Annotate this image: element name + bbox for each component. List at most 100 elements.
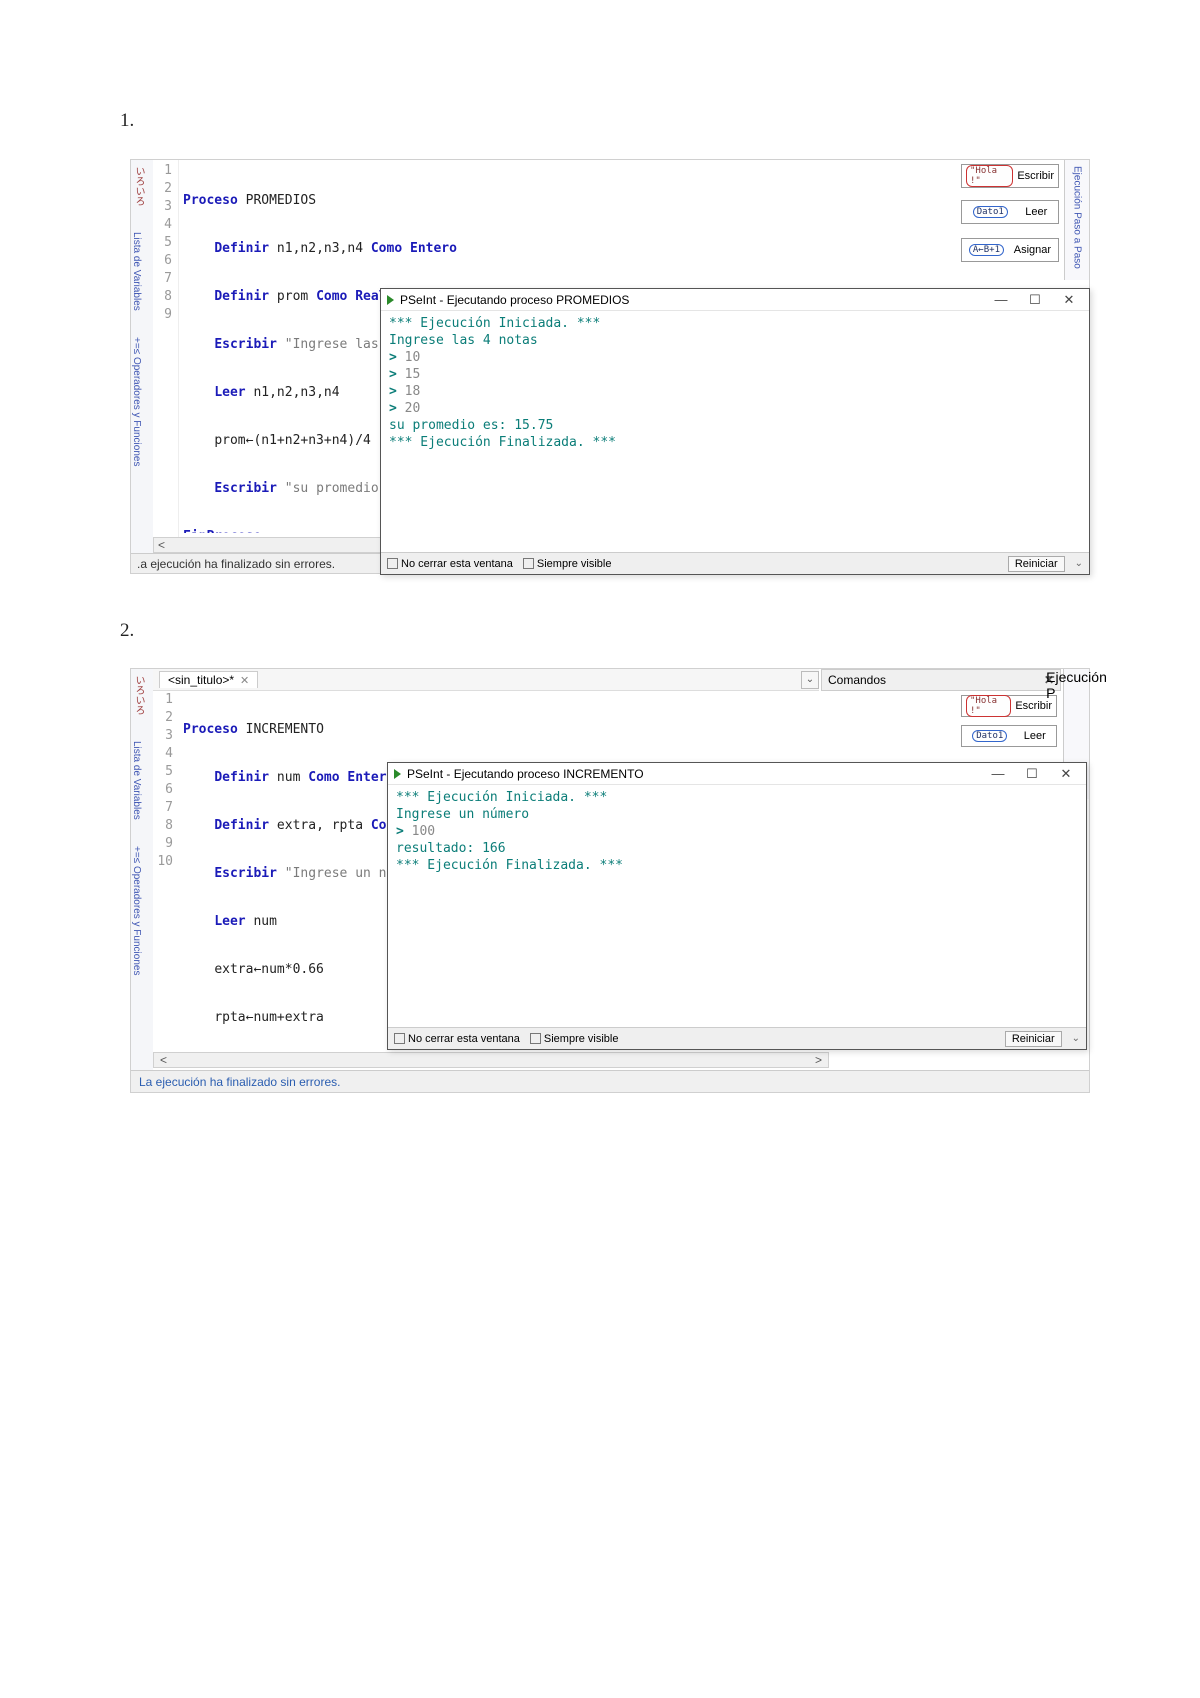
exec-console: PSeInt - Ejecutando proceso INCREMENTO —… xyxy=(387,762,1087,1050)
cmd-escribir-sample: "Hola !" xyxy=(966,165,1013,187)
console-line: Ingrese las 4 notas xyxy=(389,332,1081,349)
console-line: resultado: 166 xyxy=(396,840,1078,857)
sidebar-section-top[interactable]: いろいろ xyxy=(131,160,146,206)
console-line: Ingrese un número xyxy=(396,806,1078,823)
sidebar-vertical[interactable]: いろいろ Lista de Variables +=≤ Operadores y… xyxy=(131,160,153,573)
right-side-label: Ejecución Paso a Paso xyxy=(1072,160,1083,269)
sidebar-list-variables[interactable]: Lista de Variables xyxy=(131,735,142,820)
no-cerrar-label: No cerrar esta ventana xyxy=(408,1033,520,1045)
line-num: 8 xyxy=(153,288,178,306)
tab-dropdown-icon[interactable]: ⌄ xyxy=(801,671,819,689)
line-number-gutter: 1 2 3 4 5 6 7 8 9 xyxy=(153,160,179,573)
sidebar-vertical[interactable]: いろいろ Lista de Variables +=≤ Operadores y… xyxy=(131,669,153,1092)
reiniciar-button[interactable]: Reiniciar xyxy=(1008,556,1065,572)
cmd-leer-sample: Dato1 xyxy=(973,206,1008,218)
cmd-asignar-sample: A←B+1 xyxy=(969,244,1004,256)
right-side-panel[interactable]: Ejecución Paso a Paso xyxy=(1064,160,1089,280)
line-num: 6 xyxy=(153,252,178,270)
cmd-leer-sample: Dato1 xyxy=(972,730,1007,742)
play-icon xyxy=(394,769,401,779)
screenshot-1: いろいろ Lista de Variables +=≤ Operadores y… xyxy=(130,159,1090,574)
checkbox-siempre[interactable] xyxy=(530,1033,541,1044)
right-side-label: Ejecución P xyxy=(1046,669,1107,701)
cmd-leer[interactable]: Dato1 Leer xyxy=(961,725,1057,747)
line-num: 3 xyxy=(153,727,179,745)
tab-close-icon[interactable]: ✕ xyxy=(240,674,249,687)
line-num: 9 xyxy=(153,835,179,853)
sidebar-list-variables[interactable]: Lista de Variables xyxy=(131,226,142,311)
tab-row: <sin_titulo>* ✕ ⌄ xyxy=(153,669,819,691)
checkbox-no-cerrar[interactable] xyxy=(387,558,398,569)
screenshot-2: いろいろ Lista de Variables +=≤ Operadores y… xyxy=(130,668,1090,1093)
console-titlebar[interactable]: PSeInt - Ejecutando proceso INCREMENTO —… xyxy=(388,763,1086,785)
cmd-asignar-label: Asignar xyxy=(1014,244,1051,256)
console-title: PSeInt - Ejecutando proceso PROMEDIOS xyxy=(400,293,629,307)
line-num: 5 xyxy=(153,763,179,781)
status-text: La ejecución ha finalizado sin errores. xyxy=(139,1075,340,1089)
close-button[interactable]: ✕ xyxy=(1055,292,1083,308)
exec-console: PSeInt - Ejecutando proceso PROMEDIOS — … xyxy=(380,288,1090,575)
console-output[interactable]: *** Ejecución Iniciada. *** Ingrese las … xyxy=(381,311,1089,455)
reiniciar-button[interactable]: Reiniciar xyxy=(1005,1031,1062,1047)
line-num: 7 xyxy=(153,799,179,817)
line-num: 4 xyxy=(153,745,179,763)
line-num: 1 xyxy=(153,162,178,180)
horizontal-scroll[interactable]: < xyxy=(153,537,383,553)
scroll-left-icon[interactable]: < xyxy=(160,1053,167,1067)
line-num: 10 xyxy=(153,853,179,871)
console-line: *** Ejecución Finalizada. *** xyxy=(396,857,1078,874)
cmd-escribir-sample: "Hola !" xyxy=(966,695,1011,717)
cmd-asignar[interactable]: A←B+1 Asignar xyxy=(961,238,1059,262)
line-num: 6 xyxy=(153,781,179,799)
cmd-leer-label: Leer xyxy=(1025,206,1047,218)
play-icon xyxy=(387,295,394,305)
sidebar-operators[interactable]: +=≤ Operadores y Funciones xyxy=(131,840,142,975)
checkbox-no-cerrar[interactable] xyxy=(394,1033,405,1044)
scroll-right-icon[interactable]: > xyxy=(815,1053,822,1067)
line-num: 2 xyxy=(153,709,179,727)
scroll-left-icon[interactable]: < xyxy=(158,538,165,552)
status-bar: La ejecución ha finalizado sin errores. xyxy=(131,1070,1089,1092)
siempre-label: Siempre visible xyxy=(537,558,612,570)
commands-label: Comandos xyxy=(828,673,886,687)
line-num: 2 xyxy=(153,180,178,198)
minimize-button[interactable]: — xyxy=(984,766,1012,781)
cmd-escribir[interactable]: "Hola !" Escribir xyxy=(961,695,1057,717)
line-num: 7 xyxy=(153,270,178,288)
close-button[interactable]: ✕ xyxy=(1052,766,1080,782)
maximize-button[interactable]: ☐ xyxy=(1018,766,1046,782)
line-num: 1 xyxy=(153,691,179,709)
sidebar-section-top[interactable]: いろいろ xyxy=(131,669,146,715)
line-num: 8 xyxy=(153,817,179,835)
minimize-button[interactable]: — xyxy=(987,292,1015,307)
cmd-escribir-label: Escribir xyxy=(1017,170,1054,182)
dropdown-icon[interactable]: ⌄ xyxy=(1075,558,1083,569)
cmd-escribir-label: Escribir xyxy=(1015,700,1052,712)
dropdown-icon[interactable]: ⌄ xyxy=(1072,1033,1080,1044)
section-number-1: 1. xyxy=(120,110,134,132)
console-title: PSeInt - Ejecutando proceso INCREMENTO xyxy=(407,767,644,781)
console-output[interactable]: *** Ejecución Iniciada. *** Ingrese un n… xyxy=(388,785,1086,878)
console-titlebar[interactable]: PSeInt - Ejecutando proceso PROMEDIOS — … xyxy=(381,289,1089,311)
section-number-2: 2. xyxy=(120,620,134,642)
commands-panel-header[interactable]: Comandos ✕ xyxy=(821,669,1061,691)
maximize-button[interactable]: ☐ xyxy=(1021,292,1049,308)
tab-sin-titulo[interactable]: <sin_titulo>* ✕ xyxy=(159,671,258,688)
line-number-gutter: 1 2 3 4 5 6 7 8 9 10 xyxy=(153,691,179,1041)
console-line: *** Ejecución Iniciada. *** xyxy=(396,789,1078,806)
console-line: *** Ejecución Iniciada. *** xyxy=(389,315,1081,332)
line-num: 9 xyxy=(153,306,178,324)
cmd-leer-label: Leer xyxy=(1024,730,1046,742)
cmd-escribir[interactable]: "Hola !" Escribir xyxy=(961,164,1059,188)
checkbox-siempre[interactable] xyxy=(523,558,534,569)
line-num: 3 xyxy=(153,198,178,216)
console-line: su promedio es: 15.75 xyxy=(389,417,1081,434)
cmd-leer[interactable]: Dato1 Leer xyxy=(961,200,1059,224)
horizontal-scroll[interactable]: < > xyxy=(153,1052,829,1068)
console-line: *** Ejecución Finalizada. *** xyxy=(389,434,1081,451)
sidebar-operators[interactable]: +=≤ Operadores y Funciones xyxy=(131,331,142,466)
console-footer: No cerrar esta ventana Siempre visible R… xyxy=(388,1027,1086,1049)
status-text: .a ejecución ha finalizado sin errores. xyxy=(137,557,335,571)
tab-label: <sin_titulo>* xyxy=(168,673,234,687)
no-cerrar-label: No cerrar esta ventana xyxy=(401,558,513,570)
